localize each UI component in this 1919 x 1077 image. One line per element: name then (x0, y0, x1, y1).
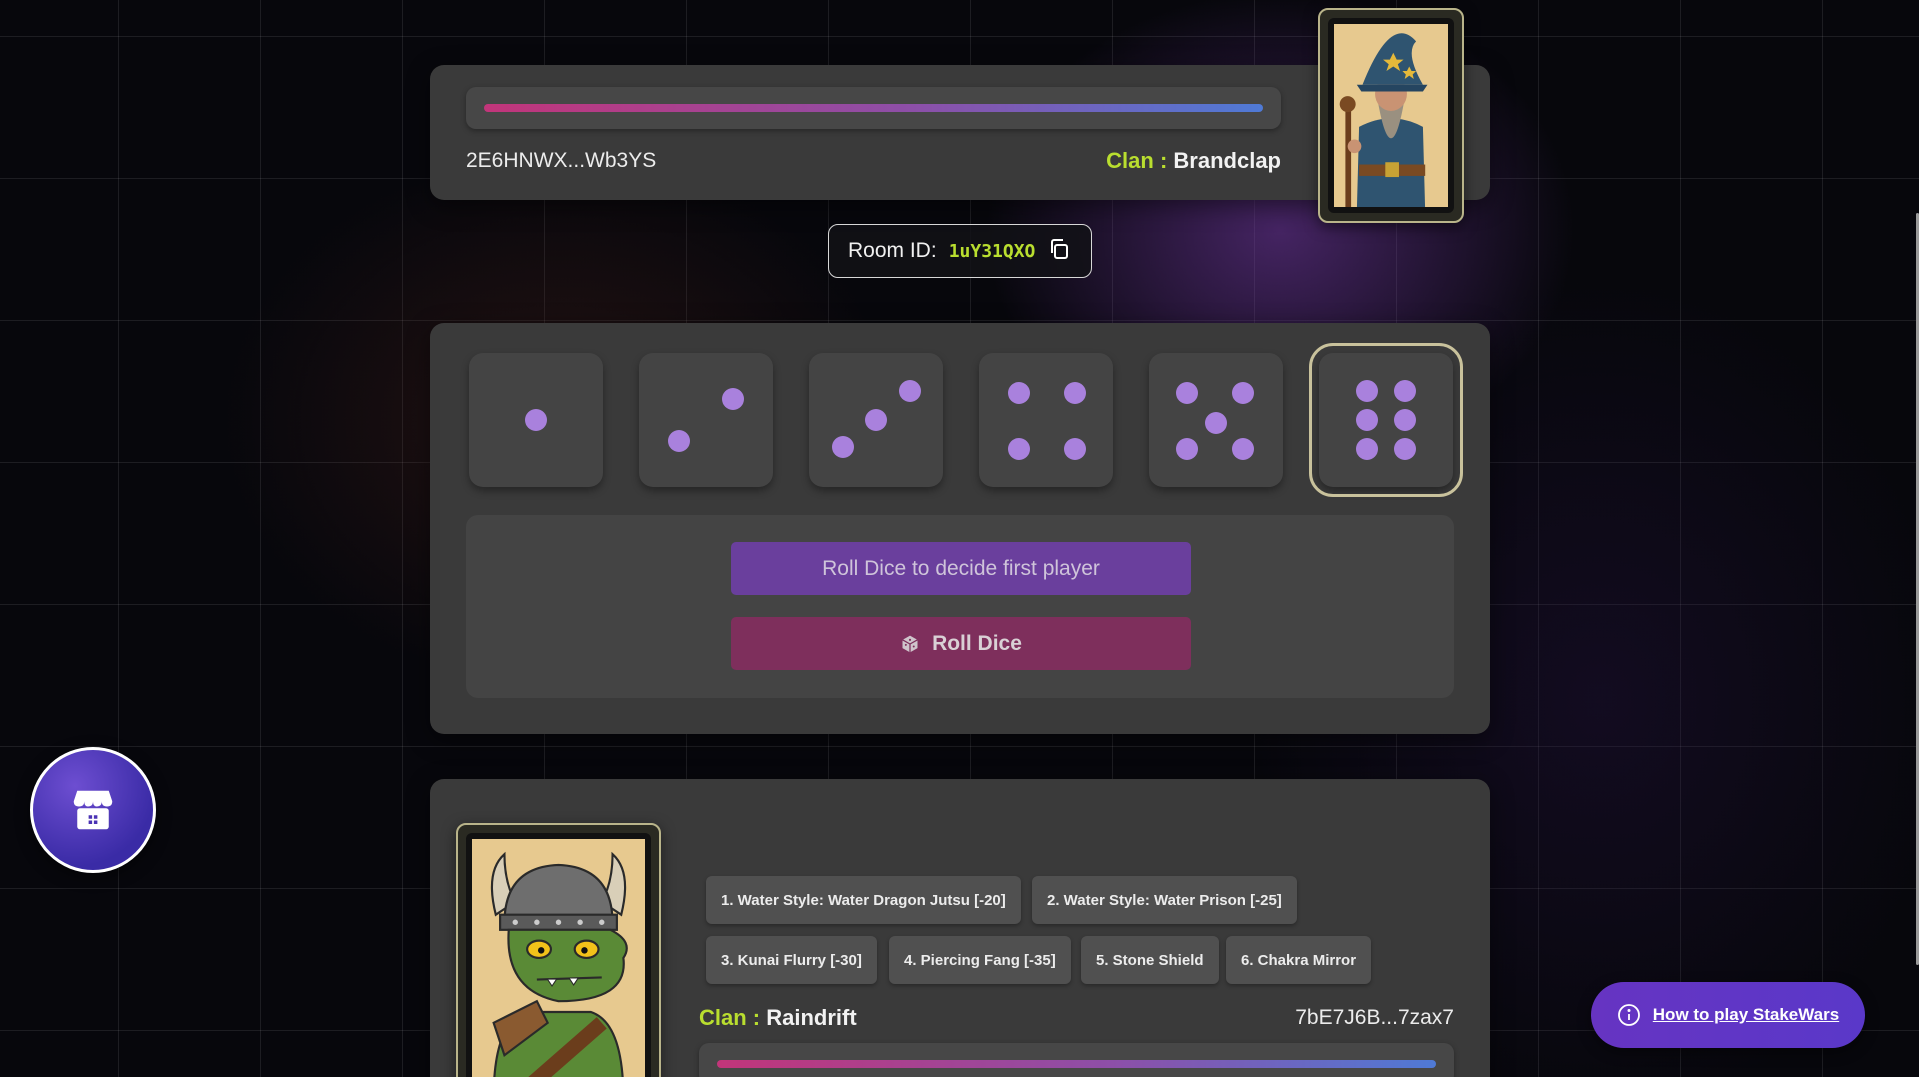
die-pip (1205, 411, 1227, 434)
skill-button[interactable]: 1. Water Style: Water Dragon Jutsu [-20] (706, 876, 1021, 924)
die-pip (525, 409, 547, 431)
die-face-2 (639, 353, 773, 487)
die-face-6 (1309, 343, 1463, 497)
room-id-label: Room ID: (848, 239, 937, 262)
how-to-play-button[interactable]: How to play StakeWars (1591, 982, 1865, 1048)
roll-status-message: Roll Dice to decide first player (731, 542, 1191, 595)
die-pip (1064, 438, 1087, 461)
die-pip (831, 435, 854, 458)
die-pip (721, 387, 744, 410)
skill-button[interactable]: 4. Piercing Fang [-35] (889, 936, 1071, 984)
skill-button[interactable]: 3. Kunai Flurry [-30] (706, 936, 877, 984)
die-pip (1393, 409, 1416, 431)
die-pip (1175, 382, 1198, 405)
die-pip (1231, 438, 1254, 461)
dice-action-area: Roll Dice to decide first player Roll Di… (466, 515, 1454, 698)
opponent-health-fill (484, 104, 1263, 112)
player-wallet-address: 7bE7J6B...7zax7 (1295, 1006, 1454, 1029)
die-pip (898, 379, 921, 402)
die-pip (1393, 438, 1416, 461)
room-id-box: Room ID: 1uY31QXO (828, 224, 1092, 278)
info-icon (1617, 1004, 1640, 1026)
room-id-value: 1uY31QXO (948, 240, 1036, 262)
die-pip (1175, 438, 1198, 461)
scrollbar[interactable] (1913, 0, 1919, 1077)
die-pip (1008, 438, 1031, 461)
player-clan: Clan : Raindrift (699, 1005, 857, 1031)
die-pip (865, 409, 887, 431)
die-face-5 (1149, 353, 1283, 487)
skill-button[interactable]: 5. Stone Shield (1081, 936, 1219, 984)
opponent-clan-name: Brandclap (1173, 148, 1281, 173)
opponent-wallet-address: 2E6HNWX...Wb3YS (466, 149, 657, 172)
die-pip (1356, 438, 1379, 461)
shop-button[interactable] (30, 747, 156, 873)
dragon-warrior-avatar (472, 839, 645, 1077)
skill-button[interactable]: 6. Chakra Mirror (1226, 936, 1372, 984)
die-pip (1356, 409, 1379, 431)
opponent-health-bar (466, 87, 1281, 129)
player-avatar-card (456, 823, 661, 1077)
die-face-3 (809, 353, 943, 487)
opponent-avatar-card (1318, 8, 1464, 223)
opponent-clan: Clan : Brandclap (1106, 148, 1281, 174)
player-clan-label: Clan : (699, 1005, 761, 1030)
wizard-avatar (1334, 24, 1448, 207)
dice-icon (902, 635, 918, 652)
die-pip (668, 430, 691, 453)
copy-icon[interactable] (1047, 237, 1071, 266)
dice-panel: Roll Dice to decide first player Roll Di… (430, 323, 1490, 734)
player-health-bar (699, 1043, 1454, 1077)
die-pip (1231, 382, 1254, 405)
skill-button[interactable]: 2. Water Style: Water Prison [-25] (1032, 876, 1297, 924)
shop-icon (73, 790, 113, 830)
die-face-4 (979, 353, 1113, 487)
die-face-1 (469, 353, 603, 487)
how-to-play-link[interactable]: How to play StakeWars (1653, 1005, 1839, 1025)
roll-dice-button[interactable]: Roll Dice (731, 617, 1191, 670)
die-pip (1008, 382, 1031, 405)
player-clan-name: Raindrift (766, 1005, 857, 1030)
die-pip (1356, 379, 1379, 402)
opponent-clan-label: Clan : (1106, 148, 1168, 173)
player-health-fill (717, 1060, 1436, 1068)
die-pip (1064, 382, 1087, 405)
roll-dice-label: Roll Dice (932, 631, 1022, 655)
die-pip (1393, 379, 1416, 402)
